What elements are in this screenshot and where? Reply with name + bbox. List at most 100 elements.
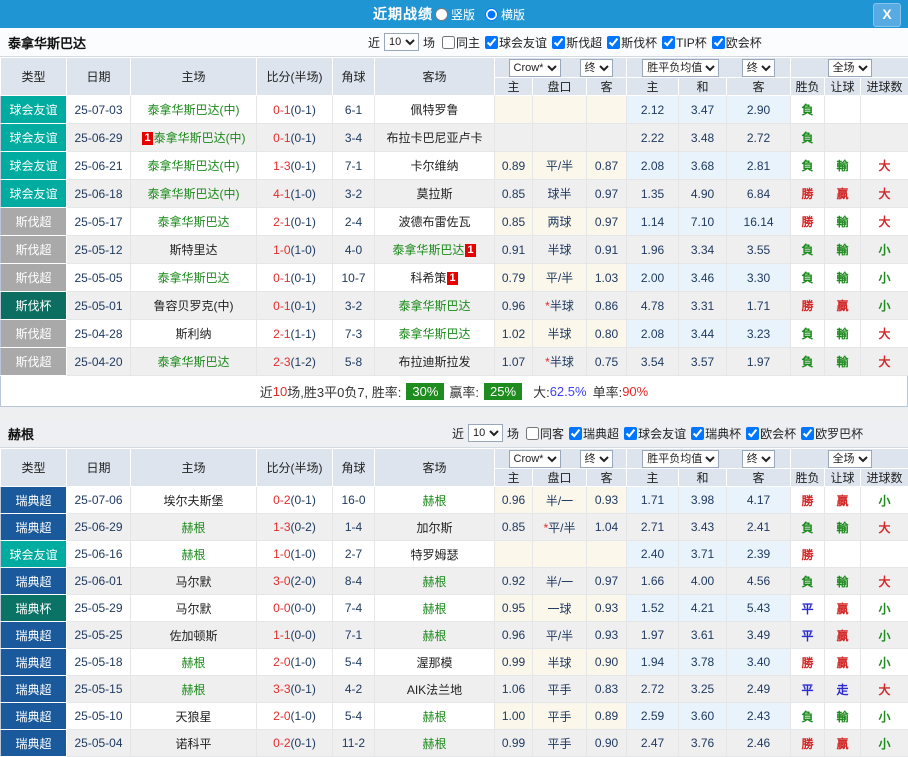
- handicap-value: 平/半: [546, 629, 573, 643]
- corner-cell: 7-4: [333, 595, 375, 622]
- league-checkbox[interactable]: [569, 427, 582, 440]
- league-filter[interactable]: 欧会杯: [707, 34, 762, 51]
- away-team-name: 科希策: [410, 271, 446, 285]
- corner-cell: 11-2: [333, 730, 375, 757]
- handicap-result-cell: 輸: [825, 236, 861, 264]
- league-checkbox[interactable]: [552, 36, 565, 49]
- league-filter[interactable]: 瑞典杯: [686, 425, 741, 442]
- same-side-checkbox[interactable]: [526, 427, 539, 440]
- match-type-cell: 瑞典超: [1, 487, 67, 514]
- away-team-cell: 科希策1: [375, 264, 495, 292]
- league-filter[interactable]: 瑞典超: [564, 425, 619, 442]
- league-filter[interactable]: 欧会杯: [741, 425, 796, 442]
- handicap-value: 半球: [547, 656, 571, 670]
- home-team-name: 马尔默: [175, 602, 211, 616]
- crow-home-odds: 1.06: [495, 676, 533, 703]
- match-type-cell: 斯伐超: [1, 208, 67, 236]
- league-filter[interactable]: TIP杯: [657, 34, 707, 51]
- league-checkbox[interactable]: [624, 427, 637, 440]
- final-odds-select[interactable]: 终: [580, 59, 613, 77]
- home-team-name: 斯利纳: [175, 327, 211, 341]
- halftime-score: (0-1): [291, 736, 316, 750]
- summary-bar: 近10场,胜3平0负7, 胜率: 30% 赢率: 25% 大:62.5% 单率:…: [0, 376, 908, 407]
- home-team-cell: 赫根: [131, 541, 257, 568]
- league-checkbox[interactable]: [607, 36, 620, 49]
- league-checkbox[interactable]: [746, 427, 759, 440]
- corner-cell: 6-1: [333, 96, 375, 124]
- mean-odds-select[interactable]: 胜平负均值: [642, 450, 719, 468]
- same-side-filter[interactable]: 同主: [435, 34, 480, 51]
- bookmaker-select[interactable]: Crow*: [509, 59, 561, 77]
- league-checkbox[interactable]: [801, 427, 814, 440]
- league-filter[interactable]: 欧罗巴杯: [796, 425, 863, 442]
- subcol-result: 胜负: [791, 469, 825, 487]
- scope-select[interactable]: 全场: [828, 450, 872, 468]
- horizontal-radio[interactable]: [485, 8, 498, 21]
- halftime-score: (0-1): [291, 299, 316, 313]
- fulltime-score: 0-1: [273, 299, 290, 313]
- handicap-value: 平/半: [548, 521, 575, 535]
- goals-cell: 大: [861, 152, 908, 180]
- halftime-score: (1-0): [291, 243, 316, 257]
- section-header: 泰拿华斯巴达 近 10 场 同主 球会友谊 斯伐超 斯伐杯 TIP杯 欧会杯: [0, 28, 908, 57]
- final-odds-select-2[interactable]: 终: [742, 59, 775, 77]
- home-team-cell: 泰拿华斯巴达: [131, 264, 257, 292]
- handicap-cell: [533, 541, 587, 568]
- crow-away-odds: 1.04: [587, 514, 627, 541]
- corner-cell: 4-2: [333, 676, 375, 703]
- goals-cell: 大: [861, 208, 908, 236]
- crow-home-odds: 0.89: [495, 152, 533, 180]
- crow-home-odds: 1.00: [495, 703, 533, 730]
- section-team-1: 泰拿华斯巴达 近 10 场 同主 球会友谊 斯伐超 斯伐杯 TIP杯 欧会杯 类…: [0, 28, 908, 407]
- match-row: 斯伐超25-05-12斯特里达1-0(1-0)4-0泰拿华斯巴达10.91半球0…: [1, 236, 908, 264]
- bookmaker-select[interactable]: Crow*: [509, 450, 561, 468]
- league-filter[interactable]: 球会友谊: [480, 34, 547, 51]
- handicap-result-cell: 輸: [825, 348, 861, 376]
- league-checkbox[interactable]: [662, 36, 675, 49]
- final-odds-select-2[interactable]: 终: [742, 450, 775, 468]
- home-team-name: 赫根: [181, 656, 205, 670]
- crow-away-odds: 0.97: [587, 180, 627, 208]
- home-team-name: 泰拿华斯巴达(中): [148, 159, 240, 173]
- final-odds-select[interactable]: 终: [580, 450, 613, 468]
- score-cell: 1-3(0-2): [257, 514, 333, 541]
- mean-odds-select[interactable]: 胜平负均值: [642, 59, 719, 77]
- same-side-filter[interactable]: 同客: [519, 425, 564, 442]
- handicap-value: 半/一: [546, 494, 573, 508]
- home-team-cell: 赫根: [131, 514, 257, 541]
- games-count-select[interactable]: 10: [384, 33, 419, 51]
- section-divider: [0, 407, 908, 419]
- mean-home-odds: 2.00: [627, 264, 679, 292]
- halftime-score: (1-0): [291, 709, 316, 723]
- match-row: 斯伐杯25-05-01鲁容贝罗克(中)0-1(0-1)3-2泰拿华斯巴达0.96…: [1, 292, 908, 320]
- league-filter[interactable]: 斯伐杯: [602, 34, 657, 51]
- mean-draw-odds: 3.46: [679, 264, 727, 292]
- matches-table-2: 类型 日期 主场 比分(半场) 角球 客场 Crow* 终 胜平负均值 终: [0, 448, 908, 757]
- games-count-select[interactable]: 10: [468, 424, 503, 442]
- home-team-name: 泰拿华斯巴达: [157, 215, 229, 229]
- league-filter[interactable]: 斯伐超: [547, 34, 602, 51]
- handicap-cell: 半球: [533, 649, 587, 676]
- crow-away-odds: 1.03: [587, 264, 627, 292]
- league-checkbox[interactable]: [691, 427, 704, 440]
- subcol-mean-away: 客: [727, 469, 791, 487]
- result-cell: 勝: [791, 487, 825, 514]
- vertical-radio[interactable]: [435, 8, 448, 21]
- handicap-result-cell: 走: [825, 676, 861, 703]
- handicap-cell: 平/半: [533, 622, 587, 649]
- near-label: 近: [452, 425, 464, 442]
- handicap-cell: 半球: [533, 236, 587, 264]
- col-corner: 角球: [333, 58, 375, 96]
- layout-horizontal-option[interactable]: 横版: [485, 6, 525, 23]
- score-cell: 3-0(2-0): [257, 568, 333, 595]
- layout-vertical-option[interactable]: 竖版: [435, 6, 475, 23]
- league-checkbox[interactable]: [485, 36, 498, 49]
- scope-select[interactable]: 全场: [828, 59, 872, 77]
- match-type-cell: 球会友谊: [1, 541, 67, 568]
- same-side-checkbox[interactable]: [442, 36, 455, 49]
- league-checkbox[interactable]: [712, 36, 725, 49]
- close-button[interactable]: X: [873, 3, 901, 27]
- crow-away-odds: 0.97: [587, 208, 627, 236]
- away-team-cell: 佩特罗鲁: [375, 96, 495, 124]
- league-filter[interactable]: 球会友谊: [619, 425, 686, 442]
